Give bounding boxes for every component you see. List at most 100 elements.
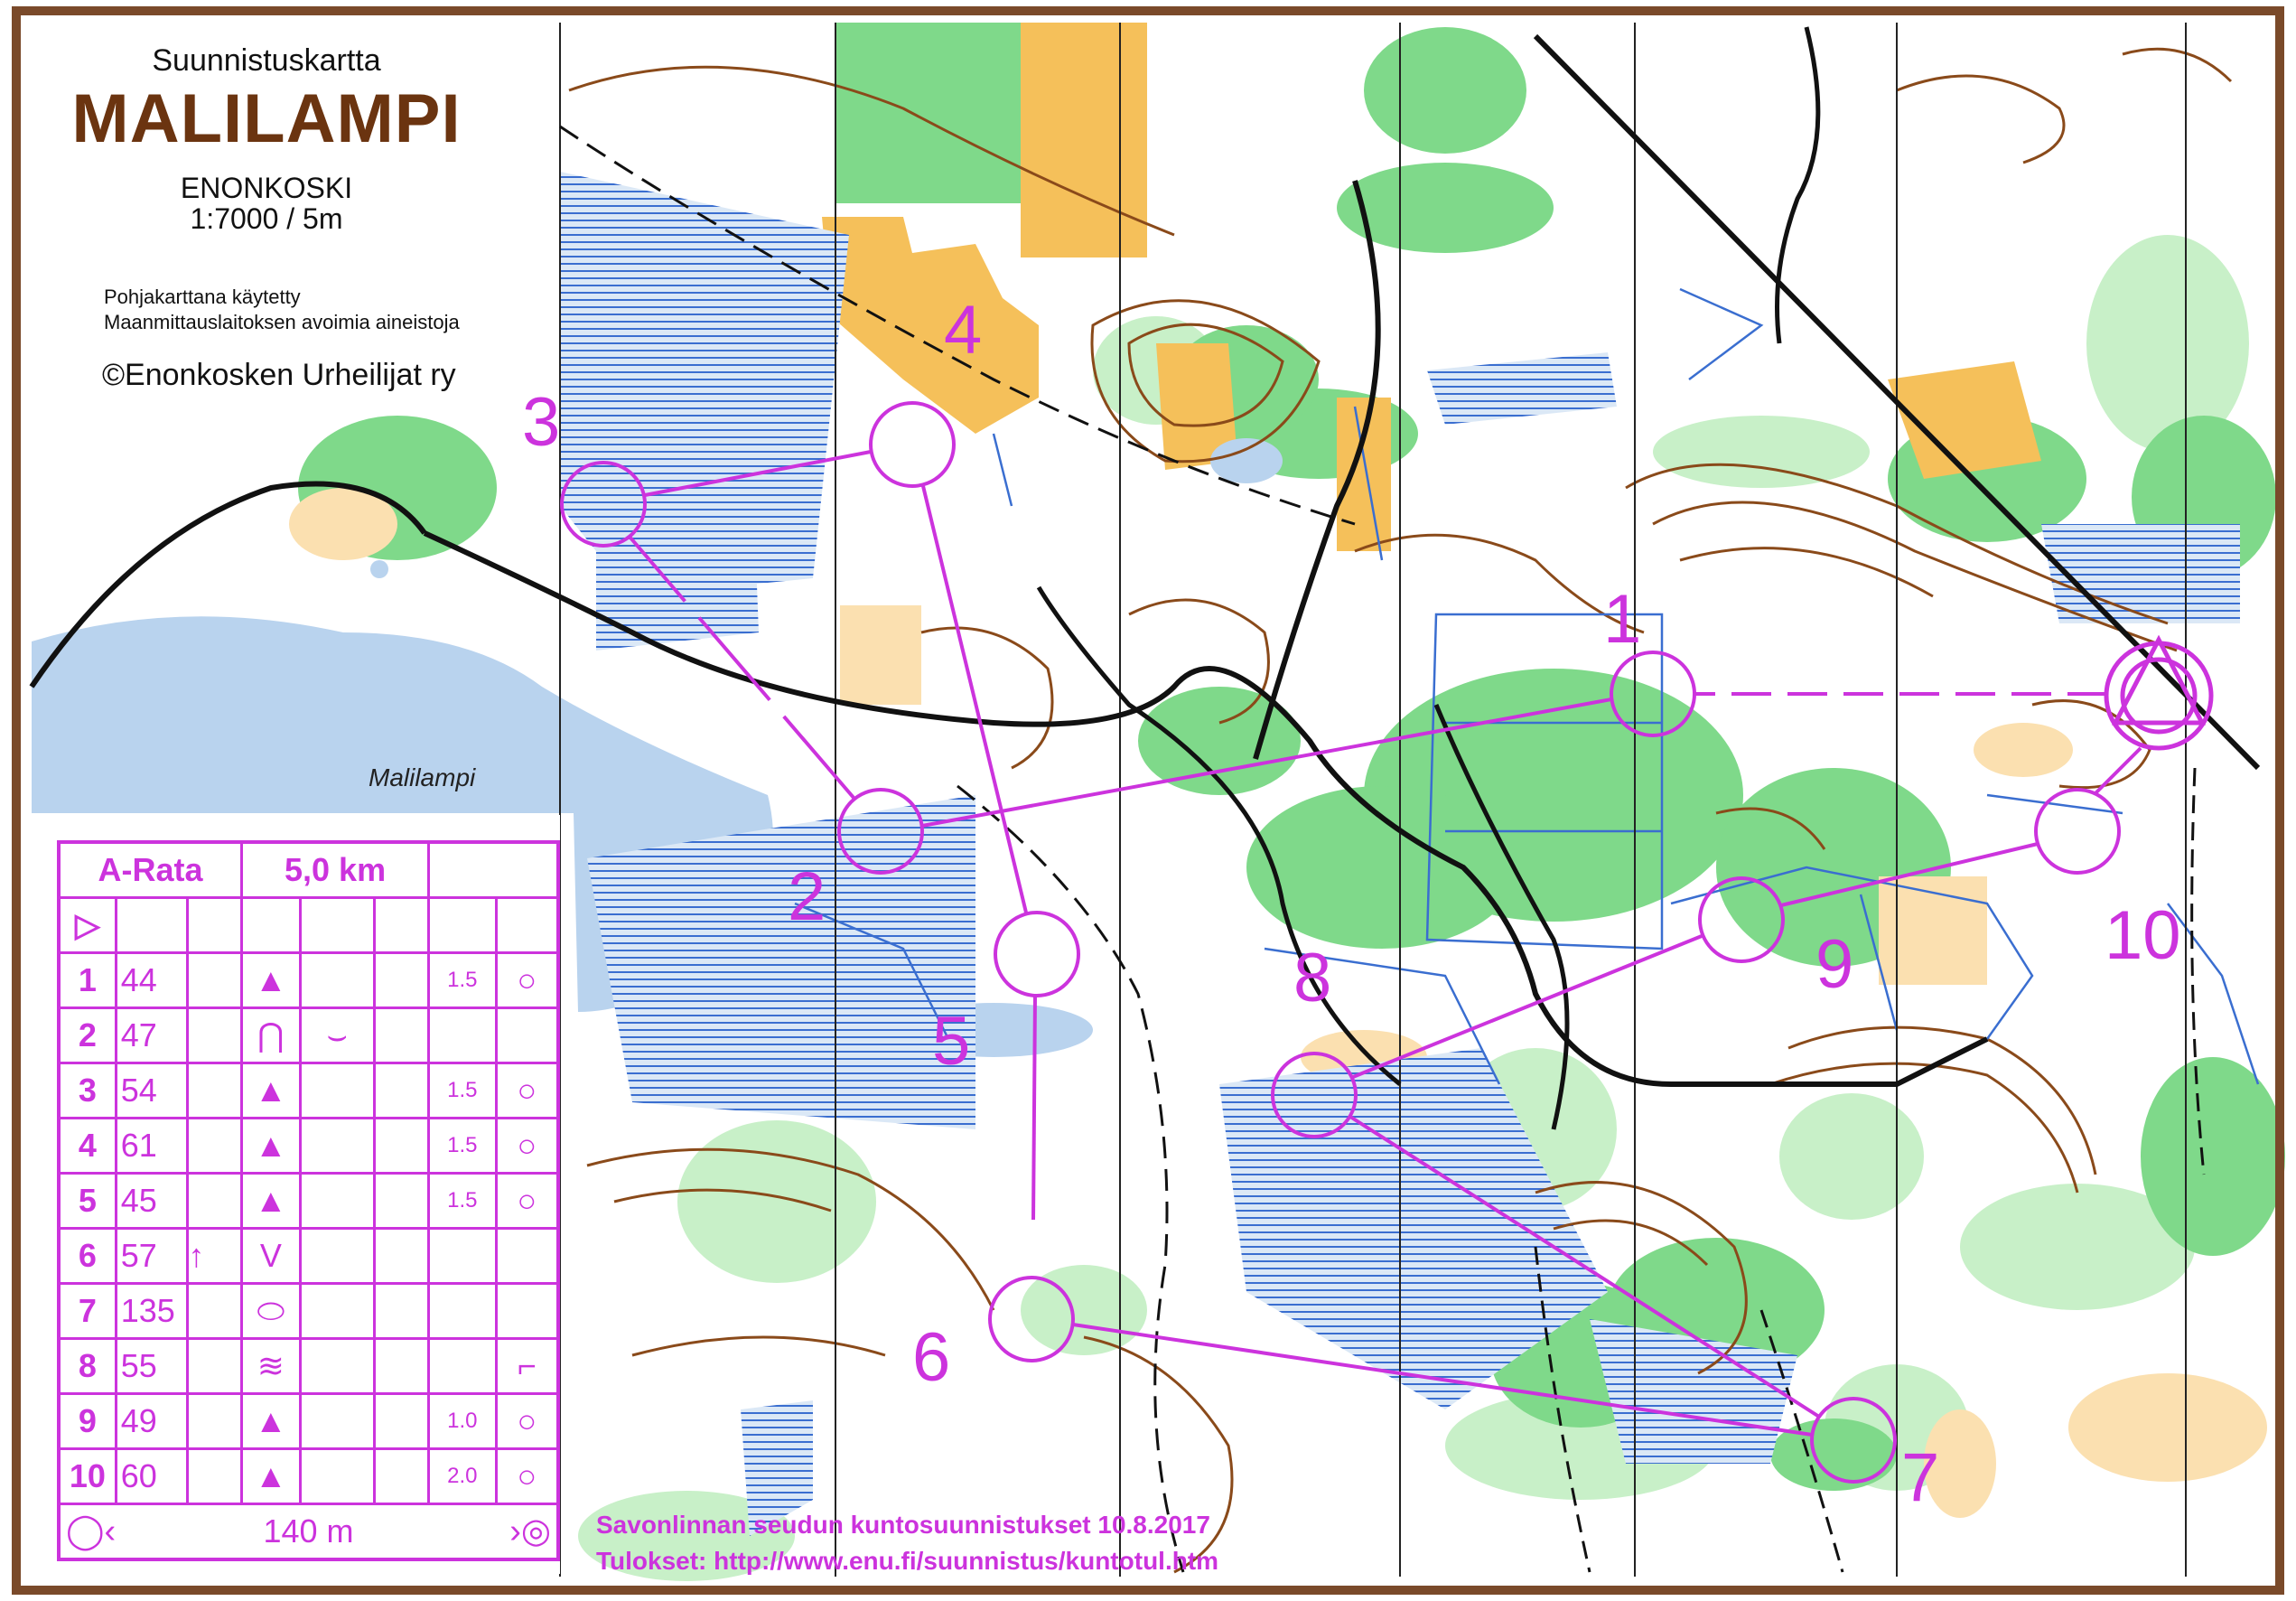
control-feature: ▲ (240, 1392, 302, 1450)
control-location (494, 1006, 560, 1064)
results-link[interactable]: Tulokset: http://www.enu.fi/suunnistus/k… (596, 1547, 1218, 1576)
control-appearance (298, 1062, 376, 1119)
control-appearance (298, 951, 376, 1009)
control-row: 8 55 ≋ ⌐ (57, 1337, 560, 1395)
control-column-c (185, 1172, 244, 1230)
control-row: 6 57 ↑ V (57, 1227, 560, 1285)
control-number-1: 1 (1603, 581, 1642, 658)
control-appearance (298, 1392, 376, 1450)
control-appearance: ⌣ (298, 1006, 376, 1064)
control-column-e (372, 1392, 431, 1450)
control-column-c (185, 1392, 244, 1450)
control-column-e (372, 1172, 431, 1230)
control-code: 49 (114, 1392, 189, 1450)
control-feature: ▲ (240, 951, 302, 1009)
control-column-e (372, 1227, 431, 1285)
map-title: MALILAMPI (71, 80, 462, 157)
control-sequence: 7 (57, 1282, 117, 1340)
control-number-8: 8 (1293, 940, 1332, 1016)
control-sequence: 10 (57, 1447, 117, 1505)
control-number-6: 6 (912, 1319, 951, 1396)
control-location: ○ (494, 1447, 560, 1505)
control-location: ○ (494, 951, 560, 1009)
control-feature: ▲ (240, 1062, 302, 1119)
control-sequence: 3 (57, 1062, 117, 1119)
control-dimensions (427, 1282, 498, 1340)
control-number-5: 5 (932, 1003, 971, 1080)
control-appearance (298, 1282, 376, 1340)
control-row: 1 44 ▲ 1.5 ○ (57, 951, 560, 1009)
control-location (494, 1282, 560, 1340)
control-column-c: ↑ (185, 1227, 244, 1285)
control-column-e (372, 1282, 431, 1340)
control-column-e (372, 1447, 431, 1505)
map-location: ENONKOSKI (180, 172, 353, 204)
credit-line-2: Maanmittauslaitoksen avoimia aineistoja (104, 311, 460, 333)
control-sequence: 6 (57, 1227, 117, 1285)
control-code: 55 (114, 1337, 189, 1395)
control-feature: ≋ (240, 1337, 302, 1395)
course-name: A-Rata (57, 840, 243, 899)
control-column-c (185, 951, 244, 1009)
control-feature: ▲ (240, 1172, 302, 1230)
control-code: 44 (114, 951, 189, 1009)
control-feature: ▲ (240, 1117, 302, 1175)
control-column-e (372, 1117, 431, 1175)
control-row: 4 61 ▲ 1.5 ○ (57, 1117, 560, 1175)
control-location: ⌐ (494, 1337, 560, 1395)
control-feature: V (240, 1227, 302, 1285)
control-location: ○ (494, 1062, 560, 1119)
control-location: ○ (494, 1117, 560, 1175)
title-box: Suunnistuskartta MALILAMPI ENONKOSKI 1:7… (32, 27, 555, 398)
control-dimensions: 1.5 (427, 1062, 498, 1119)
credit-line-1: Pohjakarttana käytetty (104, 286, 301, 308)
control-appearance (298, 1447, 376, 1505)
control-dimensions (427, 1337, 498, 1395)
control-column-e (372, 1006, 431, 1064)
control-column-c (185, 1282, 244, 1340)
lake-label: Malilampi (369, 763, 476, 791)
control-code: 57 (114, 1227, 189, 1285)
copyright: ©Enonkosken Urheilijat ry (102, 358, 456, 392)
control-sequence: 2 (57, 1006, 117, 1064)
control-rows: 1 44 ▲ 1.5 ○ 2 47 ⋂ ⌣ 3 54 ▲ 1.5 ○ 4 61 ▲ 1.5 ○ 5 45 ▲ 1.5 ○ 6 57… (57, 951, 560, 1505)
start-row: ▷ (57, 896, 560, 954)
control-appearance (298, 1117, 376, 1175)
finish-row: ◯‹ 140 m ›◎ (57, 1503, 560, 1561)
control-column-c (185, 1447, 244, 1505)
control-sequence: 9 (57, 1392, 117, 1450)
control-code: 60 (114, 1447, 189, 1505)
control-row: 2 47 ⋂ ⌣ (57, 1006, 560, 1064)
control-sequence: 4 (57, 1117, 117, 1175)
control-descriptions: A-Rata 5,0 km ▷ 1 44 ▲ 1.5 ○ 2 47 ⋂ ⌣ 3 54 ▲ 1.5 ○ 4 61… (32, 815, 560, 1574)
control-column-c (185, 1117, 244, 1175)
control-dimensions (427, 1227, 498, 1285)
control-sequence: 5 (57, 1172, 117, 1230)
finish-start-symbol: ◯‹ (66, 1512, 117, 1550)
start-symbol: ▷ (57, 896, 117, 954)
finish-distance: 140 m (263, 1512, 354, 1550)
leg-5-6 (1031, 995, 1037, 1221)
control-number-10: 10 (2105, 897, 2181, 974)
control-row: 5 45 ▲ 1.5 ○ (57, 1172, 560, 1230)
control-number-9: 9 (1815, 926, 1854, 1003)
control-column-c (185, 1006, 244, 1064)
control-code: 47 (114, 1006, 189, 1064)
control-dimensions: 1.0 (427, 1392, 498, 1450)
control-location: ○ (494, 1392, 560, 1450)
control-code: 54 (114, 1062, 189, 1119)
orienteering-map-page: Suunnistuskartta MALILAMPI ENONKOSKI 1:7… (0, 0, 2296, 1601)
control-row: 10 60 ▲ 2.0 ○ (57, 1447, 560, 1505)
control-row: 3 54 ▲ 1.5 ○ (57, 1062, 560, 1119)
map-scale: 1:7000 / 5m (190, 202, 343, 235)
event-info: Savonlinnan seudun kuntosuunnistukset 10… (596, 1511, 1210, 1539)
control-appearance (298, 1172, 376, 1230)
control-column-e (372, 1062, 431, 1119)
control-number-7: 7 (1901, 1439, 1940, 1516)
finish-symbol: ›◎ (509, 1512, 551, 1550)
control-dimensions (427, 1006, 498, 1064)
control-location (494, 1227, 560, 1285)
control-column-c (185, 1337, 244, 1395)
description-table: A-Rata 5,0 km ▷ 1 44 ▲ 1.5 ○ 2 47 ⋂ ⌣ 3 54 ▲ 1.5 ○ 4 61… (57, 840, 560, 1561)
control-column-e (372, 1337, 431, 1395)
